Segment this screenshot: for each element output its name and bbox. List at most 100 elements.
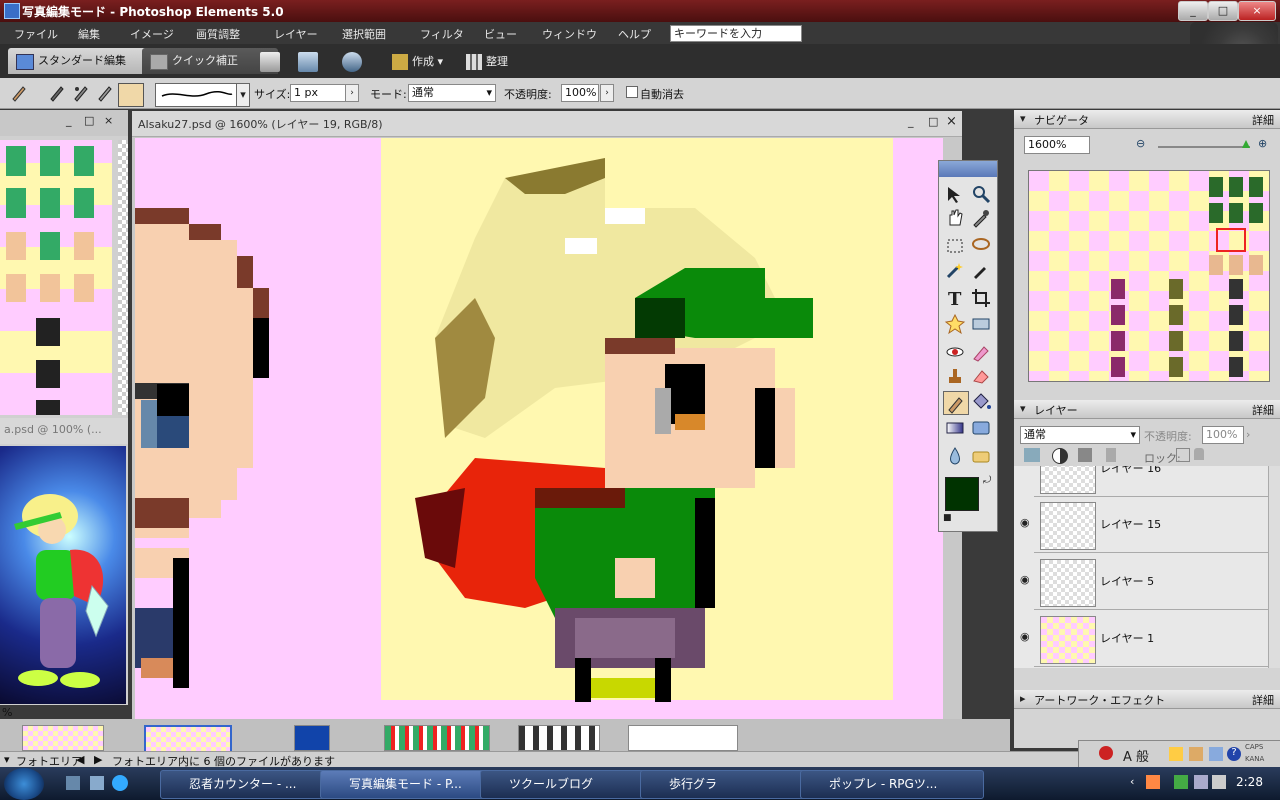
taskbar-item[interactable]: 歩行グラ [640,770,824,799]
create-button[interactable]: 作成 ▾ [392,52,443,72]
tab-quick-fix[interactable]: クイック補正 [142,48,278,74]
mode-select[interactable]: 通常 ▾ [408,84,496,102]
photo-bin-toggle-icon[interactable]: ▾ [4,753,10,766]
lasso-tool-icon[interactable] [970,235,992,257]
tab-standard-edit[interactable]: スタンダード編集 [8,48,158,74]
layers-header[interactable]: ▾ レイヤー 詳細 [1014,400,1280,419]
crop-tool-icon[interactable] [970,287,992,309]
tray-volume-icon[interactable] [1212,775,1226,789]
brush-icon[interactable] [48,84,66,102]
tray-expand-icon[interactable]: ‹ [1130,775,1134,788]
size-field[interactable]: 1 px [290,84,348,102]
photo-thumbnail[interactable] [294,725,330,751]
artwork-expand-icon[interactable]: ▸ [1020,692,1026,705]
shape-tool-icon[interactable] [970,417,992,439]
zoom-in-icon[interactable]: ⊕ [1258,137,1267,150]
magic-wand-tool-icon[interactable] [944,259,966,281]
doc-maximize-icon[interactable]: □ [928,115,938,128]
navigator-preview[interactable] [1028,170,1270,382]
taskbar-item[interactable]: ポップレ - RPGツ... [800,770,984,799]
taskbar-item[interactable]: ツクールブログ [480,770,664,799]
brush-preset-picker[interactable] [155,83,237,107]
layers-opacity-field[interactable]: 100% [1202,426,1244,444]
ime-pad-icon[interactable] [1209,747,1223,761]
bin-maximize-icon[interactable]: □ [84,114,94,127]
link-layer-icon[interactable] [1106,448,1116,462]
cookie-cutter-tool-icon[interactable] [944,313,966,335]
red-eye-tool-icon[interactable] [944,341,966,363]
color-replace-icon[interactable] [96,84,114,102]
share-icon[interactable] [298,52,318,72]
auto-erase-checkbox[interactable] [626,86,638,98]
tray-app-icon[interactable] [1146,775,1160,789]
switch-windows-icon[interactable] [90,776,104,790]
menu-layer[interactable]: レイヤー [274,26,318,42]
navigator-collapse-icon[interactable]: ▾ [1020,112,1026,125]
pixel-canvas[interactable] [135,138,943,719]
search-input[interactable]: キーワードを入力 [670,25,802,42]
navigator-zoom-slider[interactable] [1158,146,1250,148]
menu-filter[interactable]: フィルタ [420,26,464,42]
organize-button[interactable]: 整理 [466,52,508,72]
pencil-tool-active[interactable] [943,391,969,415]
eye-icon[interactable]: ◉ [1020,516,1030,529]
sponge-tool-icon[interactable] [970,445,992,467]
layers-blend-select[interactable]: 通常 ▾ [1020,426,1140,444]
eye-icon[interactable]: ◉ [1020,630,1030,643]
bin-minimize-icon[interactable]: _ [66,114,72,127]
previous-photo-icon[interactable]: ◀ [76,753,84,766]
photo-thumbnail[interactable] [384,725,490,751]
print-icon[interactable] [260,52,280,72]
taskbar-item[interactable]: 写真編集モード - P... [320,770,504,799]
opacity-slider-arrow-icon[interactable]: › [600,84,614,102]
menu-enhance[interactable]: 画質調整 [196,26,240,42]
layers-opacity-arrow-icon[interactable]: › [1246,428,1250,441]
swap-colors-icon[interactable]: ⤾ [983,475,991,486]
healing-brush-tool-icon[interactable] [970,341,992,363]
toolbox-header[interactable] [939,161,997,177]
second-doc-tab[interactable]: a.psd @ 100% (... [0,418,128,444]
layer-row[interactable]: ◉ レイヤー 1 [1020,612,1274,667]
ime-mode[interactable]: A 般 [1123,746,1149,765]
next-photo-icon[interactable]: ▶ [94,753,102,766]
blur-tool-icon[interactable] [944,445,966,467]
foreground-color-swatch[interactable] [945,477,979,511]
ime-tool-icon[interactable] [1189,747,1203,761]
size-slider-arrow-icon[interactable]: › [345,84,359,102]
photo-thumbnail[interactable] [518,725,600,751]
default-colors-icon[interactable]: ■ [943,513,952,523]
ime-logo-icon[interactable] [1099,746,1113,760]
tray-power-icon[interactable] [1194,775,1208,789]
navigator-more[interactable]: 詳細 [1252,112,1274,128]
layers-scrollbar[interactable] [1268,466,1280,668]
layer-row[interactable]: ◉ レイヤー 5 [1020,555,1274,610]
menu-view[interactable]: ビュー [484,26,517,42]
mail-icon[interactable] [342,52,362,72]
eyedropper-tool-icon[interactable] [970,207,992,229]
menu-image[interactable]: イメージ [130,26,174,42]
zoom-slider-thumb[interactable] [1242,140,1250,148]
navigator-zoom-field[interactable]: 1600% [1024,136,1090,154]
layer-row[interactable]: レイヤー 16 [1034,466,1274,497]
photo-thumbnail[interactable] [144,725,232,753]
zoom-out-icon[interactable]: ⊖ [1136,137,1145,150]
menu-help[interactable]: ヘルプ [618,26,651,42]
move-tool-icon[interactable] [944,183,966,205]
pencil-icon[interactable] [10,84,28,102]
taskbar-item[interactable]: 忍者カウンター - ... [160,770,344,799]
bin-close-icon[interactable]: × [104,114,113,127]
show-desktop-icon[interactable] [66,776,80,790]
eye-icon[interactable]: ◉ [1020,573,1030,586]
photo-thumbnail[interactable] [628,725,738,751]
lock-all-icon[interactable] [1194,448,1204,460]
hand-tool-icon[interactable] [944,207,966,229]
layers-more[interactable]: 詳細 [1252,402,1274,418]
navigator-header[interactable]: ▾ ナビゲータ 詳細 [1014,110,1280,129]
trash-icon[interactable] [1078,448,1092,462]
doc-close-icon[interactable]: × [946,114,957,129]
artwork-effects-header[interactable]: ▸ アートワーク・エフェクト 詳細 [1014,690,1280,709]
ime-dictionary-icon[interactable] [1169,747,1183,761]
straighten-tool-icon[interactable] [970,313,992,335]
type-tool-icon[interactable]: T [944,287,966,309]
layer-row[interactable]: ◉ レイヤー 15 [1020,498,1274,553]
